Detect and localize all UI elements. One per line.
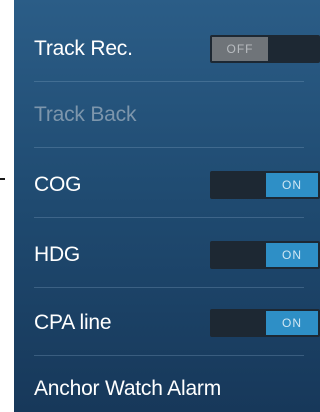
hdg-label: HDG xyxy=(34,243,81,266)
divider xyxy=(34,287,304,288)
anchor-watch-alarm-label: Anchor Watch Alarm xyxy=(34,377,222,400)
track-rec-toggle-state: OFF xyxy=(212,37,268,61)
divider xyxy=(34,217,304,218)
track-back-row: Track Back xyxy=(14,82,320,148)
cpa-line-toggle[interactable]: ON xyxy=(210,309,320,337)
cpa-line-label: CPA line xyxy=(34,311,112,334)
track-back-label: Track Back xyxy=(34,103,137,126)
hdg-toggle-state: ON xyxy=(266,243,318,267)
cog-toggle-state: ON xyxy=(266,173,318,197)
track-rec-row[interactable]: Track Rec. OFF xyxy=(14,16,320,82)
settings-panel: Track Rec. OFF Track Back COG ON HDG ON … xyxy=(14,0,320,412)
cpa-line-row[interactable]: CPA line ON xyxy=(14,290,320,356)
hdg-row[interactable]: HDG ON xyxy=(14,222,320,288)
leader-line-tick xyxy=(0,178,5,180)
cog-row[interactable]: COG ON xyxy=(14,152,320,218)
track-rec-label: Track Rec. xyxy=(34,37,133,60)
cpa-line-toggle-state: ON xyxy=(266,311,318,335)
anchor-watch-alarm-row[interactable]: Anchor Watch Alarm xyxy=(14,356,320,412)
cog-toggle[interactable]: ON xyxy=(210,171,320,199)
cog-label: COG xyxy=(34,173,82,196)
divider xyxy=(34,147,304,148)
hdg-toggle[interactable]: ON xyxy=(210,241,320,269)
track-rec-toggle[interactable]: OFF xyxy=(210,35,320,63)
